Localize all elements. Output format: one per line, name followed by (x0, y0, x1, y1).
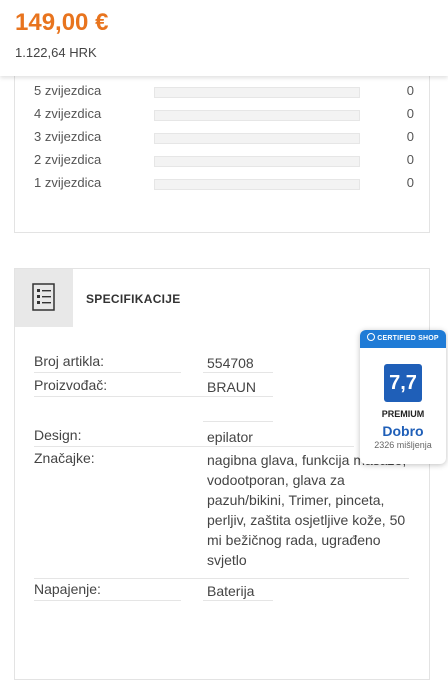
spec-key: Design: (34, 427, 82, 443)
rating-label: 5 zvijezdica (34, 83, 102, 98)
specifications-title: SPECIFIKACIJE (86, 292, 181, 306)
spec-value: Baterija (207, 583, 255, 599)
ratings-breakdown: 5 zvijezdica 0 4 zvijezdica 0 3 zvijezdi… (14, 70, 430, 233)
spec-key: Napajenje: (34, 581, 101, 597)
price-secondary: 1.122,64 HRK (15, 45, 97, 60)
badge-level: PREMIUM (381, 409, 425, 419)
rating-bar (154, 110, 360, 121)
spec-key: Proizvođač: (34, 377, 108, 393)
badge-score: 7,7 (384, 364, 422, 402)
rating-count: 0 (406, 152, 414, 167)
badge-reviews: 2326 mišljenja (374, 440, 432, 450)
spec-key: Značajke: (34, 450, 95, 466)
list-icon (15, 269, 73, 327)
rating-bar (154, 87, 360, 98)
divider (203, 600, 273, 601)
divider (203, 396, 273, 397)
spec-value: nagibna glava, funkcija masaže, vodootpo… (207, 452, 407, 568)
price-header: 149,00 € 1.122,64 HRK (0, 0, 448, 76)
rating-bar (154, 179, 360, 190)
badge-header-label: CERTIFIED SHOP (377, 335, 439, 342)
rating-row-5: 5 zvijezdica 0 (34, 83, 414, 101)
divider (203, 372, 273, 373)
rating-label: 2 zvijezdica (34, 152, 102, 167)
rating-count: 0 (406, 175, 414, 190)
rating-row-2: 2 zvijezdica 0 (34, 152, 414, 170)
rating-row-3: 3 zvijezdica 0 (34, 129, 414, 147)
rating-label: 3 zvijezdica (34, 129, 102, 144)
divider (203, 421, 273, 422)
divider (34, 578, 409, 579)
rating-count: 0 (406, 83, 414, 98)
rating-bar (154, 133, 360, 144)
spec-key: Broj artikla: (34, 353, 105, 369)
divider (34, 396, 203, 397)
rating-count: 0 (406, 106, 414, 121)
rating-bar (154, 156, 360, 167)
price-amount: 149,00 € (15, 9, 109, 36)
rating-count: 0 (406, 129, 414, 144)
divider (34, 600, 181, 601)
certified-ring-icon (367, 333, 376, 342)
divider (34, 372, 181, 373)
divider (34, 446, 354, 447)
certified-shop-badge[interactable]: CERTIFIED SHOP 7,7 PREMIUM Dobro 2326 mi… (360, 330, 446, 464)
rating-row-1: 1 zvijezdica 0 (34, 175, 414, 193)
rating-label: 1 zvijezdica (34, 175, 102, 190)
badge-header: CERTIFIED SHOP (360, 330, 446, 348)
rating-row-4: 4 zvijezdica 0 (34, 106, 414, 124)
rating-label: 4 zvijezdica (34, 106, 102, 121)
badge-grade: Dobro (382, 423, 424, 439)
